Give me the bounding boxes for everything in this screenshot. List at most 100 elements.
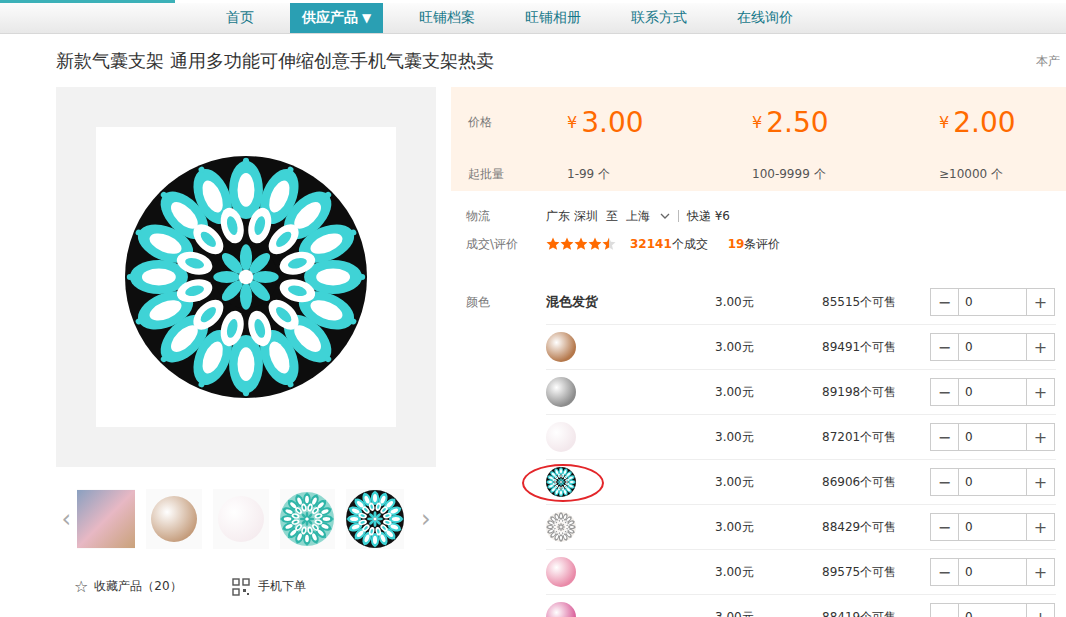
product-title: 新款气囊支架 通用多功能可伸缩创意手机气囊支架热卖 <box>56 49 494 73</box>
nav-label: 旺铺相册 <box>525 9 581 27</box>
minus-button[interactable]: − <box>931 379 958 405</box>
separator <box>678 210 679 222</box>
mandala-thumbnail-icon <box>280 492 334 546</box>
tier-price: ¥2.50 <box>752 87 939 157</box>
star-icon <box>560 237 574 251</box>
tier-qty: 1-99 个 <box>567 157 752 191</box>
nav-item[interactable]: 在线询价 <box>723 3 807 33</box>
option-price: 3.00元 <box>715 429 822 446</box>
currency: ¥ <box>939 113 949 132</box>
option-name <box>546 505 715 549</box>
color-swatch[interactable] <box>546 602 576 617</box>
deal-count: 32141 <box>630 237 672 251</box>
minus-button[interactable]: − <box>931 289 958 315</box>
quantity-input[interactable]: 0 <box>958 379 1027 405</box>
nav-item[interactable]: 首页 <box>212 3 268 33</box>
color-row: 3.00元86906个可售−0+ <box>451 460 1066 505</box>
star-icon <box>602 237 616 251</box>
option-stock: 89198个可售 <box>822 384 930 401</box>
plus-button[interactable]: + <box>1027 379 1054 405</box>
minus-button[interactable]: − <box>931 604 958 617</box>
color-swatch[interactable] <box>546 557 576 587</box>
color-swatch[interactable] <box>546 377 576 407</box>
star-icon <box>546 237 560 251</box>
next-arrow[interactable]: › <box>415 505 436 533</box>
color-label-spacer <box>451 370 546 415</box>
quantity-input[interactable]: 0 <box>958 514 1027 540</box>
option-stock: 85515个可售 <box>822 294 930 311</box>
color-row: 3.00元89198个可售−0+ <box>451 370 1066 415</box>
minus-button[interactable]: − <box>931 334 958 360</box>
nav-label: 联系方式 <box>631 9 687 27</box>
color-row-cells: 3.00元89198个可售−0+ <box>546 370 1056 415</box>
quantity-input[interactable]: 0 <box>958 469 1027 495</box>
review-count[interactable]: 19 <box>728 237 745 251</box>
deals-value: 32141个成交19条评价 <box>546 236 780 253</box>
quantity-input[interactable]: 0 <box>958 424 1027 450</box>
option-stock: 87201个可售 <box>822 429 930 446</box>
mandala-thumbnail-icon <box>346 490 404 548</box>
shipping-fee: 快递 ¥6 <box>687 208 730 225</box>
minus-button[interactable]: − <box>931 514 958 540</box>
nav-item[interactable]: 供应产品 ▼ <box>290 3 383 33</box>
minus-button[interactable]: − <box>931 424 958 450</box>
option-name <box>546 415 715 459</box>
plus-button[interactable]: + <box>1027 289 1054 315</box>
option-price: 3.00元 <box>715 339 822 356</box>
thumbnail[interactable] <box>77 489 135 549</box>
option-price: 3.00元 <box>715 609 822 617</box>
plus-button[interactable]: + <box>1027 424 1054 450</box>
tier-qty: 100-9999 个 <box>752 157 939 191</box>
plus-button[interactable]: + <box>1027 559 1054 585</box>
to-city[interactable]: 上海 <box>626 208 650 225</box>
prev-arrow[interactable]: ‹ <box>56 505 77 533</box>
quantity-input[interactable]: 0 <box>958 604 1027 617</box>
quantity-input[interactable]: 0 <box>958 559 1027 585</box>
thumbnail[interactable] <box>346 489 404 549</box>
nav-label: 供应产品 <box>302 9 358 27</box>
color-label: 颜色 <box>451 280 546 325</box>
main-image <box>56 87 436 467</box>
mobile-order-button[interactable]: 手机下单 <box>232 578 306 596</box>
color-row-cells: 3.00元88419个可售−0+ <box>546 595 1056 617</box>
plus-button[interactable]: + <box>1027 334 1054 360</box>
qr-code-icon <box>232 578 250 596</box>
color-row: 3.00元88429个可售−0+ <box>451 505 1066 550</box>
minus-button[interactable]: − <box>931 469 958 495</box>
nav-label: 在线询价 <box>737 9 793 27</box>
favorite-button[interactable]: ☆收藏产品（20） <box>74 577 182 596</box>
thumbnail[interactable] <box>213 489 269 549</box>
plus-button[interactable]: + <box>1027 469 1054 495</box>
order-panel: 价格¥3.00¥2.50¥2.00起批量1-99 个100-9999 个≥100… <box>451 87 1066 617</box>
color-row: 3.00元89491个可售−0+ <box>451 325 1066 370</box>
quantity-input[interactable]: 0 <box>958 289 1027 315</box>
nav-item[interactable]: 旺铺档案 <box>405 3 489 33</box>
deals-row: 成交\评价32141个成交19条评价 <box>451 229 1066 259</box>
color-label-spacer <box>451 415 546 460</box>
color-label-spacer <box>451 325 546 370</box>
color-row-cells: 3.00元88429个可售−0+ <box>546 505 1056 550</box>
option-price: 3.00元 <box>715 519 822 536</box>
dropdown-arrow-icon: ▼ <box>362 11 371 25</box>
currency: ¥ <box>567 113 577 132</box>
thumbnail[interactable] <box>146 489 202 549</box>
minus-button[interactable]: − <box>931 559 958 585</box>
mandala-swatch-icon <box>546 512 576 542</box>
tier-price: ¥3.00 <box>567 87 752 157</box>
quantity-input[interactable]: 0 <box>958 334 1027 360</box>
logistics-value: 广东 深圳至上海快递 ¥6 <box>546 208 730 225</box>
quantity-stepper: −0+ <box>930 423 1055 451</box>
title-row: 新款气囊支架 通用多功能可伸缩创意手机气囊支架热卖本产 <box>0 48 1066 74</box>
color-swatch[interactable] <box>546 332 576 362</box>
plus-button[interactable]: + <box>1027 514 1054 540</box>
quantity-stepper: −0+ <box>930 468 1055 496</box>
plus-button[interactable]: + <box>1027 604 1054 617</box>
nav-item[interactable]: 旺铺相册 <box>511 3 595 33</box>
star-icon <box>574 237 588 251</box>
option-price: 3.00元 <box>715 474 822 491</box>
nav-item[interactable]: 联系方式 <box>617 3 701 33</box>
color-swatch[interactable] <box>546 422 576 452</box>
tier-qty: ≥10000 个 <box>939 157 1066 191</box>
thumbnail[interactable] <box>280 489 336 549</box>
option-price: 3.00元 <box>715 384 822 401</box>
